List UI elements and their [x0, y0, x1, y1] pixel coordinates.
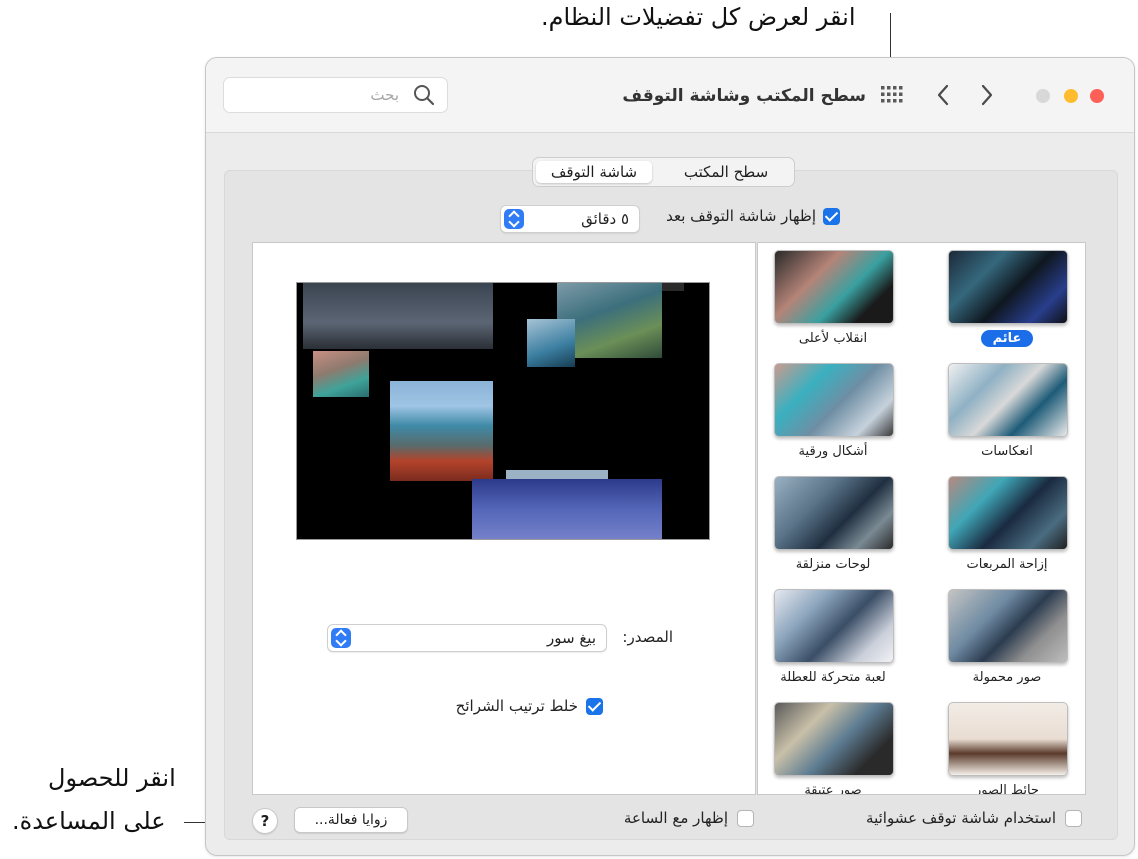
label-origami: أشكال ورقية	[798, 444, 868, 459]
help-button[interactable]: ?	[252, 808, 278, 834]
random-screensaver-checkbox[interactable]	[1065, 810, 1082, 827]
show-after-value: ٥ دقائق	[581, 210, 629, 228]
show-with-clock-checkbox[interactable]	[737, 810, 754, 827]
forward-button[interactable]	[978, 78, 996, 116]
random-screensaver-label: استخدام شاشة توقف عشوائية	[866, 809, 1056, 827]
tab-control: سطح المكتب شاشة التوقف	[532, 157, 795, 187]
window-title: سطح المكتب وشاشة التوقف	[622, 86, 866, 106]
label-photo-mobile: صور محمولة	[972, 670, 1042, 685]
show-after-popup[interactable]: ٥ دقائق	[500, 205, 640, 233]
preview-photo	[303, 283, 493, 349]
shuffle-checkbox[interactable]	[586, 698, 603, 715]
chevron-left-icon	[937, 84, 949, 106]
label-photo-wall: حائط الصور	[975, 783, 1039, 795]
label-floating: عائم	[932, 330, 1082, 347]
minimize-button[interactable]	[1064, 89, 1078, 103]
preview-photo	[527, 319, 575, 367]
label-flip-up: انقلاب لأعلى	[798, 331, 868, 346]
thumb-origami[interactable]	[774, 363, 894, 437]
shuffle-label: خلط ترتيب الشرائح	[455, 697, 578, 715]
show-after-label: إظهار شاشة التوقف بعد	[666, 207, 816, 225]
thumb-vintage-prints[interactable]	[774, 702, 894, 776]
tab-desktop[interactable]: سطح المكتب	[663, 161, 789, 183]
preview-pane: المصدر: بيغ سور خلط ترتيب الشرائح	[252, 242, 756, 795]
thumb-flip-up[interactable]	[774, 250, 894, 324]
hot-corners-button[interactable]: زوايا فعالة...	[294, 807, 408, 833]
show-all-button[interactable]	[879, 83, 905, 109]
label-vintage-prints: صور عتيقة	[804, 783, 862, 795]
callout-help-line2: على المساعدة.	[12, 807, 166, 835]
label-holiday-mobile: لعبة متحركة للعطلة	[780, 670, 886, 685]
zoom-button[interactable]	[1036, 89, 1050, 103]
question-icon: ?	[260, 812, 270, 830]
preview-photo	[313, 351, 369, 397]
preview-photo	[472, 479, 662, 539]
search-field[interactable]: بحث	[223, 77, 448, 113]
popup-stepper-icon	[331, 628, 351, 648]
popup-stepper-icon	[504, 209, 524, 229]
thumb-sliding-panels[interactable]	[774, 476, 894, 550]
label-sliding-panels: لوحات منزلقة	[795, 557, 871, 572]
thumb-photo-mobile[interactable]	[948, 589, 1068, 663]
show-with-clock-label: إظهار مع الساعة	[623, 809, 728, 827]
system-preferences-window: سطح المكتب وشاشة التوقف بحث سطح المكتب ش…	[205, 57, 1135, 856]
label-reflections: انعكاسات	[981, 444, 1033, 459]
show-after-checkbox[interactable]	[823, 208, 840, 225]
callout-help-line1: انقر للحصول	[48, 764, 176, 792]
chevron-right-icon	[981, 84, 993, 106]
close-button[interactable]	[1090, 89, 1104, 103]
thumb-floating[interactable]	[948, 250, 1068, 324]
source-value: بيغ سور	[546, 629, 596, 647]
thumb-shifting-tiles[interactable]	[948, 476, 1068, 550]
thumb-holiday-mobile[interactable]	[774, 589, 894, 663]
search-placeholder: بحث	[370, 86, 399, 104]
preview-photo	[390, 381, 493, 481]
source-label: المصدر:	[622, 628, 673, 646]
thumb-reflections[interactable]	[948, 363, 1068, 437]
search-icon	[414, 85, 435, 106]
source-popup[interactable]: بيغ سور	[327, 624, 607, 652]
grid-icon	[881, 86, 903, 103]
callout-system-preferences: انقر لعرض كل تفضيلات النظام.	[541, 3, 856, 31]
preview-photo	[662, 283, 684, 291]
thumb-photo-wall[interactable]	[948, 702, 1068, 776]
screen-saver-preview	[296, 282, 710, 540]
screen-saver-list: عائم انقلاب لأعلى انعكاسات أشكال ورقية إ…	[757, 242, 1086, 795]
label-shifting-tiles: إزاحة المربعات	[966, 557, 1048, 572]
title-bar: سطح المكتب وشاشة التوقف بحث	[206, 58, 1134, 133]
tab-screen-saver[interactable]: شاشة التوقف	[536, 161, 652, 183]
back-button[interactable]	[934, 78, 952, 116]
